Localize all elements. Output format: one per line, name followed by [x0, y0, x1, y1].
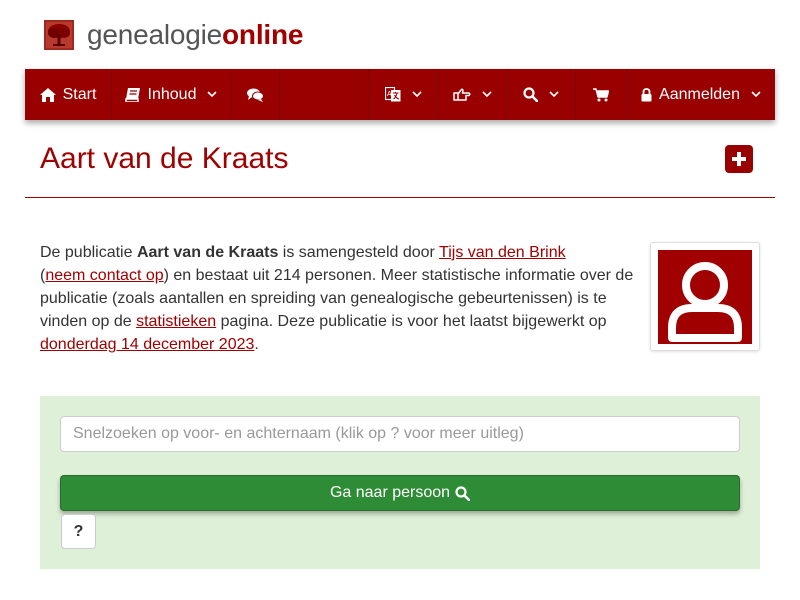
- chevron-down-icon: [549, 91, 559, 98]
- last-updated-link[interactable]: donderdag 14 december 2023: [40, 336, 254, 353]
- desc-text: is samengesteld door: [278, 244, 440, 261]
- logo-text: genealogieonline: [87, 20, 303, 50]
- nav-login[interactable]: Aanmelden: [627, 69, 775, 120]
- chevron-down-icon: [207, 91, 218, 98]
- avatar: [658, 250, 752, 344]
- home-icon: [39, 87, 56, 102]
- nav-actions[interactable]: [438, 69, 506, 120]
- go-to-person-button[interactable]: Ga naar persoon: [60, 475, 740, 511]
- logo-text-part2: online: [222, 19, 304, 50]
- chevron-down-icon: [751, 91, 761, 98]
- nav-forum[interactable]: [231, 69, 279, 120]
- tree-icon: [44, 20, 74, 50]
- book-icon: [124, 87, 140, 102]
- search-icon: [523, 87, 538, 102]
- search-help-button[interactable]: ?: [61, 514, 96, 549]
- chevron-down-icon: [481, 91, 492, 98]
- nav-search[interactable]: [507, 69, 575, 120]
- nav-language[interactable]: A: [370, 69, 437, 120]
- add-button[interactable]: [725, 145, 753, 173]
- statistics-link[interactable]: statistieken: [136, 313, 216, 330]
- site-logo[interactable]: genealogieonline: [44, 19, 303, 51]
- logo-text-part1: genealogie: [87, 19, 223, 50]
- nav-start[interactable]: Start: [25, 69, 111, 120]
- nav-login-label: Aanmelden: [659, 85, 740, 103]
- contact-link[interactable]: neem contact op: [45, 267, 163, 284]
- desc-text: .: [254, 336, 259, 353]
- nav-inhoud[interactable]: Inhoud: [112, 69, 230, 120]
- language-icon: A: [385, 87, 401, 102]
- search-icon: [455, 485, 471, 501]
- desc-text: pagina. Deze publicatie is voor het laat…: [216, 313, 607, 330]
- svg-text:A: A: [387, 91, 392, 98]
- comments-icon: [246, 88, 264, 102]
- quick-search-input[interactable]: [60, 416, 740, 452]
- user-icon: [668, 262, 742, 342]
- nav-inhoud-label: Inhoud: [147, 85, 197, 103]
- author-link[interactable]: Tijs van den Brink: [439, 244, 566, 261]
- plus-icon: [732, 152, 746, 166]
- chevron-down-icon: [412, 91, 422, 98]
- publication-name: Aart van de Kraats: [136, 244, 279, 261]
- desc-text: De publicatie: [40, 244, 137, 261]
- author-avatar-frame: [650, 242, 760, 351]
- main-navbar: Start Inhoud A Aanmelden: [25, 69, 775, 120]
- page-title: Aart van de Kraats: [40, 142, 289, 175]
- publication-description: De publicatie Aart van de Kraats is same…: [40, 241, 645, 356]
- quick-search-panel: Ga naar persoon ?: [40, 396, 760, 569]
- go-to-person-label: Ga naar persoon: [329, 484, 451, 501]
- nav-cart[interactable]: [576, 69, 626, 120]
- nav-divider: [279, 69, 280, 120]
- title-divider: [25, 197, 775, 198]
- lock-icon: [641, 87, 652, 101]
- nav-start-label: Start: [62, 85, 97, 103]
- hand-point-icon: [452, 88, 470, 101]
- cart-icon: [593, 87, 609, 101]
